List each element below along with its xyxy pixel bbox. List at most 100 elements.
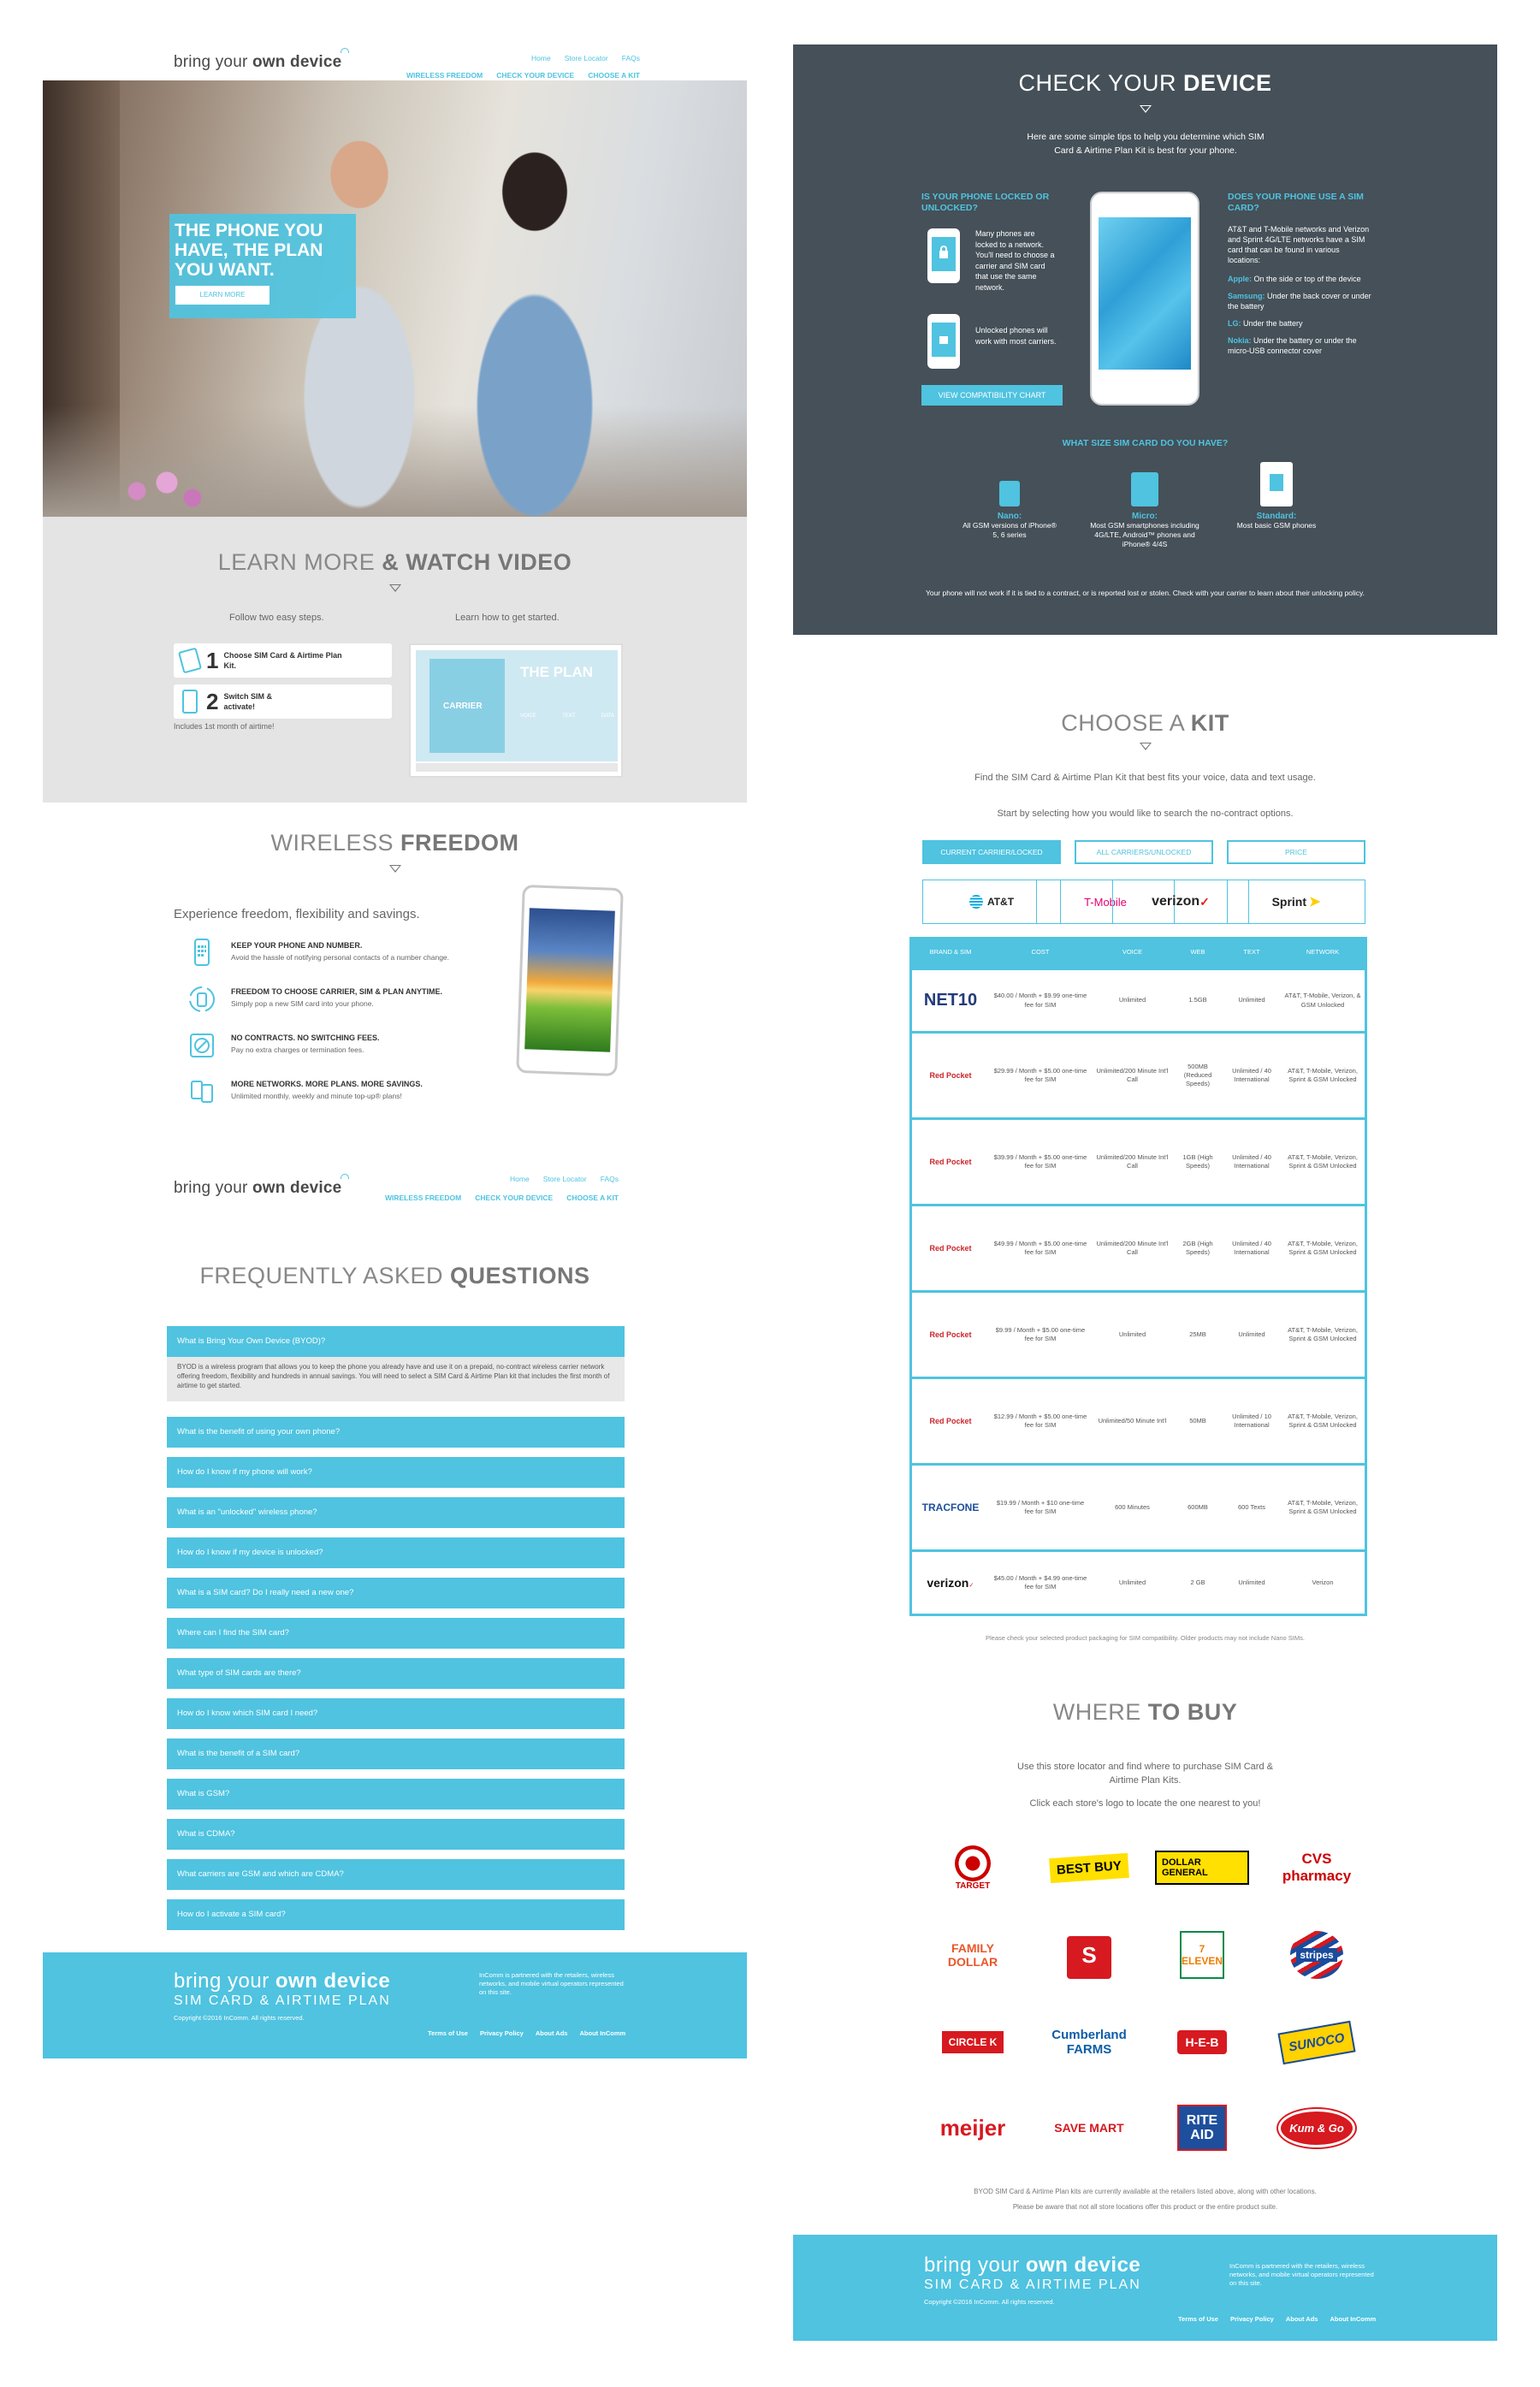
footer-about-ads-link[interactable]: About Ads [536,2029,568,2037]
nav-choose-kit-link[interactable]: CHOOSE A KIT [588,71,640,80]
faq-question[interactable]: What is the benefit of using your own ph… [167,1417,625,1448]
faq-top-nav: Home Store Locator FAQs [496,1170,619,1186]
faq-question[interactable]: What is a SIM card? Do I really need a n… [167,1578,625,1608]
faq-question-open[interactable]: What is Bring Your Own Device (BYOD)? [167,1326,625,1357]
location-apple: Apple: On the side or top of the device [1228,275,1361,283]
learn-title: LEARN MORE & WATCH VIDEO [217,549,572,575]
video-controls[interactable] [416,763,618,772]
store-7-eleven[interactable]: 7 ELEVEN [1155,1925,1249,1985]
footer-about-incomm-link[interactable]: About InComm [1330,2315,1376,2323]
faq-site-logo[interactable]: bring your own device [174,1179,341,1198]
nav-home-link[interactable]: Home [531,54,551,62]
tab-price[interactable]: PRICE [1227,840,1365,864]
video-text-label: TEXT [562,714,576,719]
table-row[interactable]: Red Pocket $9.99 / Month + $5.00 one-tim… [912,1290,1365,1377]
faq-question[interactable]: How do I know if my phone will work? [167,1457,625,1488]
nav-check-device-link[interactable]: CHECK YOUR DEVICE [475,1194,553,1202]
faq-question[interactable]: What is CDMA? [167,1819,625,1850]
footer-privacy-link[interactable]: Privacy Policy [1230,2315,1274,2323]
store-dollar-general[interactable]: DOLLAR GENERAL [1155,1838,1249,1898]
footer-terms-link[interactable]: Terms of Use [428,2029,468,2037]
footer-subtitle: SIM CARD & AIRTIME PLAN [174,1993,391,2008]
site-logo[interactable]: bring your own device [174,53,341,72]
standard-sim-icon [1260,462,1293,506]
store-rite-aid[interactable]: RITE AID [1155,2098,1249,2158]
brand-net10-logo: NET10 [923,991,978,1010]
kit-instruction: Start by selecting how you would like to… [997,808,1294,819]
hero-callout: THE PHONE YOU HAVE, THE PLAN YOU WANT. L… [169,214,356,318]
table-row[interactable]: NET10 $40.00 / Month + $9.99 one-time fe… [912,968,1365,1031]
nav-wireless-freedom-link[interactable]: WIRELESS FREEDOM [406,71,483,80]
faq-question[interactable]: What is the benefit of a SIM card? [167,1738,625,1769]
tab-all-carriers[interactable]: ALL CARRIERS/UNLOCKED [1075,840,1213,864]
feature-2: FREEDOM TO CHOOSE CARRIER, SIM & PLAN AN… [187,984,442,1015]
wifi-icon [341,48,349,53]
table-row[interactable]: Red Pocket $39.99 / Month + $5.00 one-ti… [912,1117,1365,1204]
kit-title: CHOOSE A KIT [1061,710,1229,736]
store-save-mart[interactable]: SAVE MART [1042,2098,1136,2158]
store-family-dollar[interactable]: FAMILY DOLLAR [926,1925,1020,1985]
store-heb[interactable]: H-E-B [1155,2012,1249,2072]
view-compatibility-chart-button[interactable]: VIEW COMPATIBILITY CHART [921,385,1063,406]
tab-current-carrier[interactable]: CURRENT CARRIER/LOCKED [922,840,1061,864]
networks-icon [187,1076,217,1107]
store-speedway[interactable]: S Speedway [1042,1925,1136,1985]
table-row[interactable]: Red Pocket $12.99 / Month + $5.00 one-ti… [912,1377,1365,1463]
video-player[interactable]: CARRIER THE PLAN VOICE TEXT DATA [409,643,623,778]
table-row[interactable]: Red Pocket $49.99 / Month + $5.00 one-ti… [912,1204,1365,1290]
nav-home-link[interactable]: Home [510,1175,530,1183]
sim-text: AT&T and T-Mobile networks and Verizon a… [1228,225,1370,264]
table-row[interactable]: Red Pocket $29.99 / Month + $5.00 one-ti… [912,1031,1365,1117]
learn-right-caption: Learn how to get started. [455,613,560,623]
nano-sim-icon [999,481,1020,506]
store-cvs[interactable]: CVS pharmacy [1270,1838,1364,1898]
step-2-text: Switch SIM & activate! [223,692,272,711]
nav-choose-kit-link[interactable]: CHOOSE A KIT [566,1194,619,1202]
store-cumberland-farms[interactable]: Cumberland FARMS [1042,2012,1136,2072]
faq-question[interactable]: What is an "unlocked" wireless phone? [167,1497,625,1528]
footer-privacy-link[interactable]: Privacy Policy [480,2029,524,2037]
nav-faqs-link[interactable]: FAQs [622,54,640,62]
store-circle-k[interactable]: CIRCLE K [926,2012,1020,2072]
footer-about-incomm-link[interactable]: About InComm [579,2029,625,2037]
footer-about-ads-link[interactable]: About Ads [1286,2315,1318,2323]
footer-terms-link[interactable]: Terms of Use [1178,2315,1218,2323]
faq-question[interactable]: What carriers are GSM and which are CDMA… [167,1859,625,1890]
nav-faqs-link[interactable]: FAQs [601,1175,619,1183]
top-nav: Home Store Locator FAQs [518,50,640,65]
store-best-buy[interactable]: BEST BUY [1042,1838,1136,1898]
store-meijer[interactable]: meijer [926,2098,1020,2158]
feature-3: NO CONTRACTS. NO SWITCHING FEES. Pay no e… [187,1030,380,1061]
nav-store-locator-link[interactable]: Store Locator [565,54,608,62]
step-1-text: Choose SIM Card & Airtime Plan Kit. [223,651,342,670]
store-target[interactable]: TARGET [926,1838,1020,1898]
faq-question[interactable]: What is GSM? [167,1779,625,1810]
table-row[interactable]: verizon✓ $45.00 / Month + $4.99 one-time… [912,1549,1365,1614]
faq-question[interactable]: Where can I find the SIM card? [167,1618,625,1649]
store-stripes[interactable]: stripes [1270,1925,1364,1985]
flowers [120,465,214,517]
video-title: THE PLAN [520,664,593,680]
footer-partner-text: InComm is partnered with the retailers, … [479,1971,624,1996]
phone-landscape-image [516,885,624,1076]
carrier-sprint[interactable]: Sprint ➤ [1227,880,1365,924]
faq-question[interactable]: How do I activate a SIM card? [167,1899,625,1930]
step-1: 1 Choose SIM Card & Airtime Plan Kit. [174,643,392,678]
faq-question[interactable]: How do I know if my device is unlocked? [167,1537,625,1568]
location-samsung: Samsung: Under the back cover or under t… [1228,292,1371,311]
faq-question[interactable]: What type of SIM cards are there? [167,1658,625,1689]
nav-wireless-freedom-link[interactable]: WIRELESS FREEDOM [385,1194,461,1202]
nav-check-device-link[interactable]: CHECK YOUR DEVICE [496,71,574,80]
faq-answer: BYOD is a wireless program that allows y… [167,1357,625,1401]
faq-question[interactable]: How do I know which SIM card I need? [167,1698,625,1729]
store-kum-go[interactable]: Kum & Go [1270,2098,1364,2158]
store-sunoco[interactable]: SUNOCO [1270,2012,1364,2072]
hero-learn-more-button[interactable]: LEARN MORE [175,286,270,305]
wireless-intro: Experience freedom, flexibility and savi… [174,907,420,921]
footer-copyright: Copyright ©2016 InComm. All rights reser… [924,2298,1055,2306]
nav-store-locator-link[interactable]: Store Locator [543,1175,587,1183]
unlocked-text: Unlocked phones will work with most carr… [975,326,1057,346]
sim-size-nano: Nano: All GSM versions of iPhone® 5, 6 s… [962,481,1057,540]
footer-logo: bring your own device [174,1969,391,1993]
table-row[interactable]: TRACFONE $19.99 / Month + $10 one-time f… [912,1463,1365,1549]
